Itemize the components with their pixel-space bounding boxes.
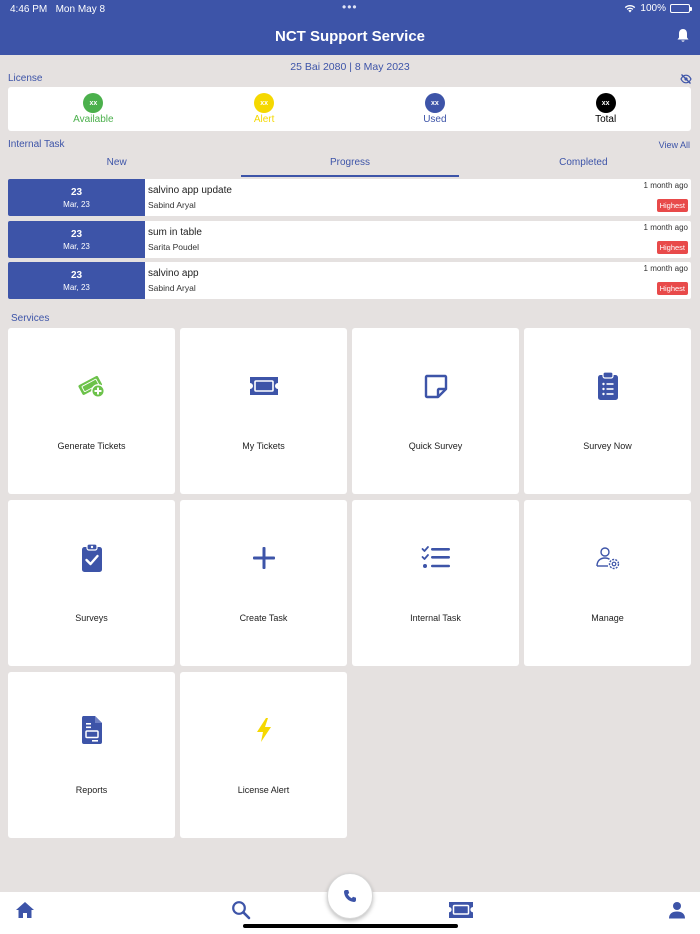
tab-progress[interactable]: Progress xyxy=(233,155,466,177)
home-icon xyxy=(16,902,34,918)
task-day: 23 xyxy=(70,269,83,281)
bell-icon[interactable] xyxy=(676,28,690,44)
user-settings-icon xyxy=(595,547,619,570)
clipboard-check-icon xyxy=(81,543,102,572)
license-available[interactable]: xx Available xyxy=(8,87,179,131)
ticket-icon xyxy=(449,902,473,918)
task-month: Mar, 23 xyxy=(63,199,90,209)
service-label: Quick Survey xyxy=(408,441,463,451)
home-indicator[interactable] xyxy=(243,924,458,928)
license-total-label: Total xyxy=(595,114,617,125)
license-available-count: xx xyxy=(83,93,104,113)
service-label: Surveys xyxy=(75,613,108,623)
service-label: Create Task xyxy=(239,613,288,623)
task-time-ago: 1 month ago xyxy=(643,223,688,232)
nav-tickets[interactable] xyxy=(448,900,474,920)
license-summary-card: xx Available xx Alert xx Used xx Total xyxy=(8,87,691,131)
profile-icon xyxy=(669,902,685,919)
service-reports[interactable]: Reports xyxy=(8,672,175,838)
service-generate-tickets[interactable]: Generate Tickets xyxy=(8,328,175,494)
task-day: 23 xyxy=(70,186,83,198)
license-alert[interactable]: xx Alert xyxy=(179,87,350,131)
service-label: Reports xyxy=(75,785,108,795)
task-month: Mar, 23 xyxy=(63,282,90,292)
eye-off-icon[interactable] xyxy=(680,73,692,85)
task-row[interactable]: 23 Mar, 23 salvino app update Sabind Ary… xyxy=(8,179,691,216)
clipboard-list-icon xyxy=(597,371,618,400)
service-internal-task[interactable]: Internal Task xyxy=(352,500,519,666)
task-date-block: 23 Mar, 23 xyxy=(8,221,145,258)
app-title: NCT Support Service xyxy=(274,28,426,45)
task-title: sum in table xyxy=(148,227,202,238)
task-month: Mar, 23 xyxy=(63,241,90,251)
service-label: License Alert xyxy=(237,785,290,795)
task-time-ago: 1 month ago xyxy=(643,181,688,190)
status-time: 4:46 PM Mon May 8 xyxy=(10,4,106,15)
ticket-icon xyxy=(249,377,278,395)
service-survey-now[interactable]: Survey Now xyxy=(524,328,691,494)
report-icon xyxy=(81,716,102,744)
service-quick-survey[interactable]: Quick Survey xyxy=(352,328,519,494)
battery-percent: 100% xyxy=(640,3,666,14)
task-tabs: New Progress Completed xyxy=(0,155,700,177)
task-title: salvino app xyxy=(148,268,199,279)
priority-badge: Highest xyxy=(656,199,688,212)
task-date-block: 23 Mar, 23 xyxy=(8,179,145,216)
lightning-icon xyxy=(256,718,271,742)
service-manage[interactable]: Manage xyxy=(524,500,691,666)
checklist-icon xyxy=(421,546,450,568)
service-label: My Tickets xyxy=(242,441,285,451)
app-header: 4:46 PM Mon May 8 ••• 100% NCT Support S… xyxy=(0,0,700,55)
task-assignee: Sabind Aryal xyxy=(148,200,196,210)
call-button[interactable] xyxy=(327,873,373,919)
nav-search[interactable] xyxy=(230,900,252,920)
license-total[interactable]: xx Total xyxy=(520,87,691,131)
service-create-task[interactable]: Create Task xyxy=(180,500,347,666)
wifi-icon xyxy=(625,5,636,13)
service-label: Manage xyxy=(591,613,624,623)
task-time-ago: 1 month ago xyxy=(643,264,688,273)
tab-completed[interactable]: Completed xyxy=(467,155,700,177)
task-row[interactable]: 23 Mar, 23 sum in table Sarita Poudel 1 … xyxy=(8,221,691,258)
generate-ticket-icon xyxy=(77,375,105,398)
license-alert-count: xx xyxy=(254,93,275,113)
license-label: License xyxy=(8,73,43,84)
internal-task-label: Internal Task xyxy=(8,139,65,150)
battery-icon xyxy=(670,4,692,13)
license-total-count: xx xyxy=(595,93,616,113)
service-label: Survey Now xyxy=(583,441,632,451)
nav-home[interactable] xyxy=(14,900,36,920)
task-day: 23 xyxy=(70,228,83,240)
service-label: Internal Task xyxy=(410,613,461,623)
task-date-block: 23 Mar, 23 xyxy=(8,262,145,299)
date-display: 25 Bai 2080 | 8 May 2023 xyxy=(290,61,410,73)
task-title: salvino app update xyxy=(148,185,232,196)
license-available-label: Available xyxy=(73,114,114,125)
service-my-tickets[interactable]: My Tickets xyxy=(180,328,347,494)
license-used[interactable]: xx Used xyxy=(350,87,521,131)
plus-icon xyxy=(252,547,275,569)
license-used-count: xx xyxy=(424,93,445,113)
nav-profile[interactable] xyxy=(666,900,688,920)
tab-new[interactable]: New xyxy=(0,155,233,177)
priority-badge: Highest xyxy=(656,241,688,254)
view-all-link[interactable]: View All xyxy=(659,140,690,150)
task-assignee: Sarita Poudel xyxy=(148,242,200,252)
phone-icon xyxy=(344,890,356,902)
task-assignee: Sabind Aryal xyxy=(148,283,196,293)
service-license-alert[interactable]: License Alert xyxy=(180,672,347,838)
search-icon xyxy=(232,901,251,920)
status-indicators: 100% xyxy=(624,3,692,14)
services-label: Services xyxy=(11,313,50,324)
task-row[interactable]: 23 Mar, 23 salvino app Sabind Aryal 1 mo… xyxy=(8,262,691,299)
license-alert-label: Alert xyxy=(253,114,275,125)
service-label: Generate Tickets xyxy=(57,441,126,451)
multitask-dots[interactable]: ••• xyxy=(342,0,358,14)
service-surveys[interactable]: Surveys xyxy=(8,500,175,666)
sticky-note-icon xyxy=(424,374,447,399)
license-used-label: Used xyxy=(423,114,447,125)
priority-badge: Highest xyxy=(656,282,688,295)
